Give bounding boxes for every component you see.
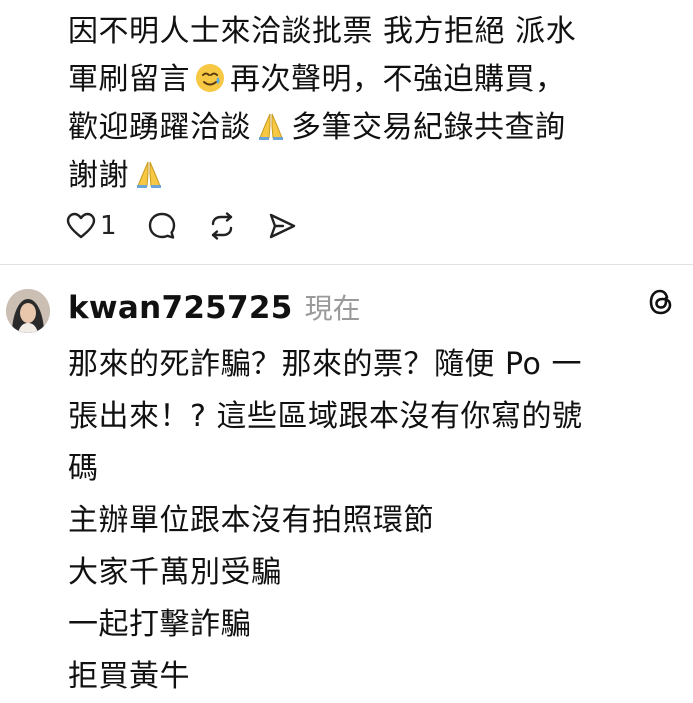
reply-header: kwan725725 現在	[68, 287, 361, 331]
like-count: 1	[100, 211, 117, 241]
reply-text-line: 拒買黃牛	[68, 659, 190, 694]
reply-text-line: 那來的死詐騙？那來的票？隨便 Po 一	[68, 347, 582, 382]
reply-text-line: 張出來！? 這些區域跟本沒有你寫的號	[68, 399, 583, 434]
reply-text-line: 一起打擊詐騙	[68, 607, 251, 642]
post-text-line: 軍刷留言 再次聲明，不強迫購買，	[68, 56, 678, 104]
username[interactable]: kwan725725	[68, 290, 293, 326]
avatar-photo	[6, 289, 50, 333]
like-button[interactable]: 1	[66, 211, 117, 241]
repost-button[interactable]	[207, 211, 237, 241]
original-post: 因不明人士來洽談批票 我方拒絕 派水 軍刷留言 再次聲明，不強迫購買， 歡迎踴躍…	[0, 0, 693, 262]
avatar[interactable]	[6, 289, 50, 333]
post-text-line: 因不明人士來洽談批票 我方拒絕 派水	[68, 14, 577, 49]
share-icon	[269, 213, 295, 239]
share-button[interactable]	[267, 211, 297, 241]
post-text-segment: 軍刷留言	[68, 62, 190, 97]
repost-icon	[211, 212, 232, 240]
post-text-segment: 再次聲明，不強迫購買，	[230, 62, 566, 97]
post-text-segment: 謝謝	[68, 158, 129, 193]
smiling-face-with-tear-icon	[196, 64, 224, 92]
reply: kwan725725 現在 那來的死詐騙？那來的票？隨便 Po 一 張出來！? …	[0, 265, 693, 694]
timestamp: 現在	[304, 292, 361, 325]
heart-icon	[66, 212, 96, 239]
threads-icon[interactable]	[646, 287, 676, 317]
post-text-segment: 多筆交易紀錄共查詢	[291, 110, 566, 145]
reply-text-line: 碼	[68, 451, 99, 486]
comment-button[interactable]	[147, 211, 177, 241]
post-text-line: 歡迎踴躍洽談 多筆交易紀錄共查詢	[68, 104, 678, 152]
comment-icon	[148, 212, 175, 239]
post-text: 因不明人士來洽談批票 我方拒絕 派水 軍刷留言 再次聲明，不強迫購買， 歡迎踴躍…	[68, 8, 678, 200]
reply-text: 那來的死詐騙？那來的票？隨便 Po 一 張出來！? 這些區域跟本沒有你寫的號 碼…	[68, 339, 678, 703]
folded-hands-icon	[137, 161, 161, 188]
post-actions: 1	[66, 208, 327, 244]
post-text-line: 謝謝	[68, 152, 678, 200]
reply-text-line: 大家千萬別受騙	[68, 555, 282, 590]
post-text-segment: 歡迎踴躍洽談	[68, 110, 251, 145]
folded-hands-icon	[259, 113, 283, 140]
reply-text-line: 主辦單位跟本沒有拍照環節	[68, 503, 434, 538]
